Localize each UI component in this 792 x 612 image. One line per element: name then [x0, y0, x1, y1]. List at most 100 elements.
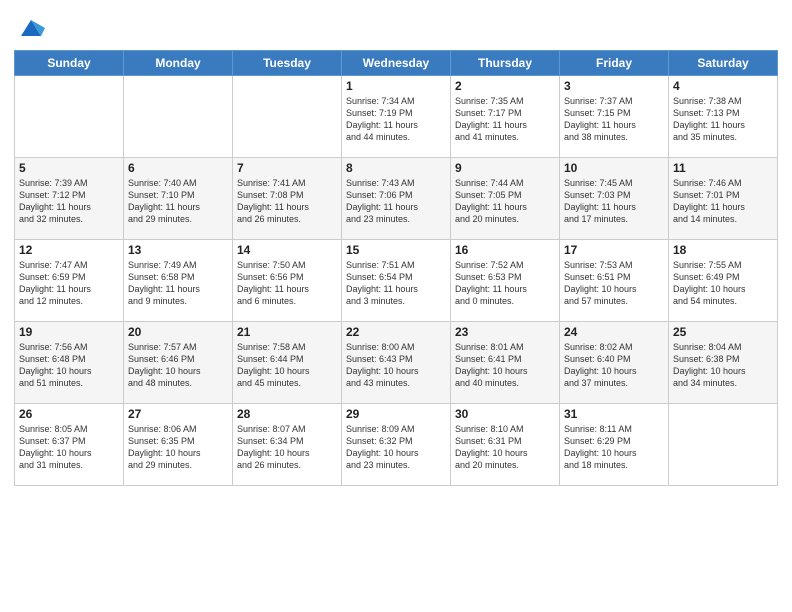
day-info: Sunrise: 7:52 AM Sunset: 6:53 PM Dayligh… [455, 259, 555, 308]
week-row-2: 12 Sunrise: 7:47 AM Sunset: 6:59 PM Dayli… [15, 240, 778, 322]
day-info: Sunrise: 7:45 AM Sunset: 7:03 PM Dayligh… [564, 177, 664, 226]
day-number: 15 [346, 243, 446, 257]
calendar-cell [233, 76, 342, 158]
day-info: Sunrise: 8:04 AM Sunset: 6:38 PM Dayligh… [673, 341, 773, 390]
day-info: Sunrise: 7:38 AM Sunset: 7:13 PM Dayligh… [673, 95, 773, 144]
calendar-cell: 9 Sunrise: 7:44 AM Sunset: 7:05 PM Daylig… [451, 158, 560, 240]
calendar-cell: 7 Sunrise: 7:41 AM Sunset: 7:08 PM Daylig… [233, 158, 342, 240]
header [14, 10, 778, 42]
day-info: Sunrise: 7:47 AM Sunset: 6:59 PM Dayligh… [19, 259, 119, 308]
day-info: Sunrise: 7:56 AM Sunset: 6:48 PM Dayligh… [19, 341, 119, 390]
day-number: 23 [455, 325, 555, 339]
calendar-cell: 21 Sunrise: 7:58 AM Sunset: 6:44 PM Dayli… [233, 322, 342, 404]
day-info: Sunrise: 8:07 AM Sunset: 6:34 PM Dayligh… [237, 423, 337, 472]
day-info: Sunrise: 7:57 AM Sunset: 6:46 PM Dayligh… [128, 341, 228, 390]
day-number: 4 [673, 79, 773, 93]
calendar-cell: 20 Sunrise: 7:57 AM Sunset: 6:46 PM Dayli… [124, 322, 233, 404]
calendar-cell: 25 Sunrise: 8:04 AM Sunset: 6:38 PM Dayli… [669, 322, 778, 404]
logo-icon [17, 14, 45, 42]
calendar-cell: 30 Sunrise: 8:10 AM Sunset: 6:31 PM Dayli… [451, 404, 560, 486]
day-number: 21 [237, 325, 337, 339]
weekday-friday: Friday [560, 51, 669, 76]
day-number: 12 [19, 243, 119, 257]
calendar-cell: 26 Sunrise: 8:05 AM Sunset: 6:37 PM Dayli… [15, 404, 124, 486]
day-number: 31 [564, 407, 664, 421]
calendar-cell [669, 404, 778, 486]
calendar-cell: 16 Sunrise: 7:52 AM Sunset: 6:53 PM Dayli… [451, 240, 560, 322]
day-number: 5 [19, 161, 119, 175]
calendar-cell: 15 Sunrise: 7:51 AM Sunset: 6:54 PM Dayli… [342, 240, 451, 322]
week-row-4: 26 Sunrise: 8:05 AM Sunset: 6:37 PM Dayli… [15, 404, 778, 486]
calendar-cell: 6 Sunrise: 7:40 AM Sunset: 7:10 PM Daylig… [124, 158, 233, 240]
day-info: Sunrise: 7:58 AM Sunset: 6:44 PM Dayligh… [237, 341, 337, 390]
week-row-3: 19 Sunrise: 7:56 AM Sunset: 6:48 PM Dayli… [15, 322, 778, 404]
day-info: Sunrise: 7:40 AM Sunset: 7:10 PM Dayligh… [128, 177, 228, 226]
day-number: 6 [128, 161, 228, 175]
calendar-cell: 29 Sunrise: 8:09 AM Sunset: 6:32 PM Dayli… [342, 404, 451, 486]
calendar-cell: 18 Sunrise: 7:55 AM Sunset: 6:49 PM Dayli… [669, 240, 778, 322]
day-info: Sunrise: 8:02 AM Sunset: 6:40 PM Dayligh… [564, 341, 664, 390]
day-number: 14 [237, 243, 337, 257]
day-number: 19 [19, 325, 119, 339]
day-info: Sunrise: 7:50 AM Sunset: 6:56 PM Dayligh… [237, 259, 337, 308]
day-info: Sunrise: 7:44 AM Sunset: 7:05 PM Dayligh… [455, 177, 555, 226]
day-info: Sunrise: 7:43 AM Sunset: 7:06 PM Dayligh… [346, 177, 446, 226]
week-row-0: 1 Sunrise: 7:34 AM Sunset: 7:19 PM Daylig… [15, 76, 778, 158]
calendar-cell: 19 Sunrise: 7:56 AM Sunset: 6:48 PM Dayli… [15, 322, 124, 404]
weekday-tuesday: Tuesday [233, 51, 342, 76]
day-info: Sunrise: 7:41 AM Sunset: 7:08 PM Dayligh… [237, 177, 337, 226]
weekday-monday: Monday [124, 51, 233, 76]
day-info: Sunrise: 8:09 AM Sunset: 6:32 PM Dayligh… [346, 423, 446, 472]
day-number: 25 [673, 325, 773, 339]
calendar-cell: 13 Sunrise: 7:49 AM Sunset: 6:58 PM Dayli… [124, 240, 233, 322]
day-number: 7 [237, 161, 337, 175]
day-number: 3 [564, 79, 664, 93]
page: SundayMondayTuesdayWednesdayThursdayFrid… [0, 0, 792, 612]
calendar-cell: 8Sunrise: 7:43 AM Sunset: 7:06 PM Daylig… [342, 158, 451, 240]
calendar-cell: 28 Sunrise: 8:07 AM Sunset: 6:34 PM Dayli… [233, 404, 342, 486]
day-info: Sunrise: 7:46 AM Sunset: 7:01 PM Dayligh… [673, 177, 773, 226]
calendar-cell: 23 Sunrise: 8:01 AM Sunset: 6:41 PM Dayli… [451, 322, 560, 404]
day-info: Sunrise: 8:06 AM Sunset: 6:35 PM Dayligh… [128, 423, 228, 472]
calendar-cell: 10 Sunrise: 7:45 AM Sunset: 7:03 PM Dayli… [560, 158, 669, 240]
calendar-cell: 1 Sunrise: 7:34 AM Sunset: 7:19 PM Daylig… [342, 76, 451, 158]
day-info: Sunrise: 7:34 AM Sunset: 7:19 PM Dayligh… [346, 95, 446, 144]
week-row-1: 5 Sunrise: 7:39 AM Sunset: 7:12 PM Daylig… [15, 158, 778, 240]
day-number: 11 [673, 161, 773, 175]
day-number: 20 [128, 325, 228, 339]
day-info: Sunrise: 8:11 AM Sunset: 6:29 PM Dayligh… [564, 423, 664, 472]
day-number: 29 [346, 407, 446, 421]
day-info: Sunrise: 7:51 AM Sunset: 6:54 PM Dayligh… [346, 259, 446, 308]
calendar-cell: 11 Sunrise: 7:46 AM Sunset: 7:01 PM Dayli… [669, 158, 778, 240]
day-info: Sunrise: 8:10 AM Sunset: 6:31 PM Dayligh… [455, 423, 555, 472]
day-number: 16 [455, 243, 555, 257]
day-number: 9 [455, 161, 555, 175]
weekday-header-row: SundayMondayTuesdayWednesdayThursdayFrid… [15, 51, 778, 76]
calendar-cell: 17Sunrise: 7:53 AM Sunset: 6:51 PM Dayli… [560, 240, 669, 322]
calendar-cell: 3 Sunrise: 7:37 AM Sunset: 7:15 PM Daylig… [560, 76, 669, 158]
calendar-cell: 4 Sunrise: 7:38 AM Sunset: 7:13 PM Daylig… [669, 76, 778, 158]
day-info: Sunrise: 7:37 AM Sunset: 7:15 PM Dayligh… [564, 95, 664, 144]
day-info: Sunrise: 7:53 AM Sunset: 6:51 PM Dayligh… [564, 259, 664, 308]
day-number: 26 [19, 407, 119, 421]
calendar-cell [15, 76, 124, 158]
logo [14, 14, 45, 42]
day-number: 24 [564, 325, 664, 339]
day-info: Sunrise: 8:05 AM Sunset: 6:37 PM Dayligh… [19, 423, 119, 472]
day-info: Sunrise: 7:55 AM Sunset: 6:49 PM Dayligh… [673, 259, 773, 308]
calendar-cell: 27 Sunrise: 8:06 AM Sunset: 6:35 PM Dayli… [124, 404, 233, 486]
day-info: Sunrise: 7:39 AM Sunset: 7:12 PM Dayligh… [19, 177, 119, 226]
day-number: 1 [346, 79, 446, 93]
day-info: Sunrise: 8:01 AM Sunset: 6:41 PM Dayligh… [455, 341, 555, 390]
day-number: 13 [128, 243, 228, 257]
calendar-cell: 2Sunrise: 7:35 AM Sunset: 7:17 PM Daylig… [451, 76, 560, 158]
day-number: 30 [455, 407, 555, 421]
day-number: 18 [673, 243, 773, 257]
day-number: 28 [237, 407, 337, 421]
day-number: 10 [564, 161, 664, 175]
calendar-cell: 24 Sunrise: 8:02 AM Sunset: 6:40 PM Dayli… [560, 322, 669, 404]
day-number: 27 [128, 407, 228, 421]
day-info: Sunrise: 7:49 AM Sunset: 6:58 PM Dayligh… [128, 259, 228, 308]
day-number: 2 [455, 79, 555, 93]
calendar-cell: 5 Sunrise: 7:39 AM Sunset: 7:12 PM Daylig… [15, 158, 124, 240]
